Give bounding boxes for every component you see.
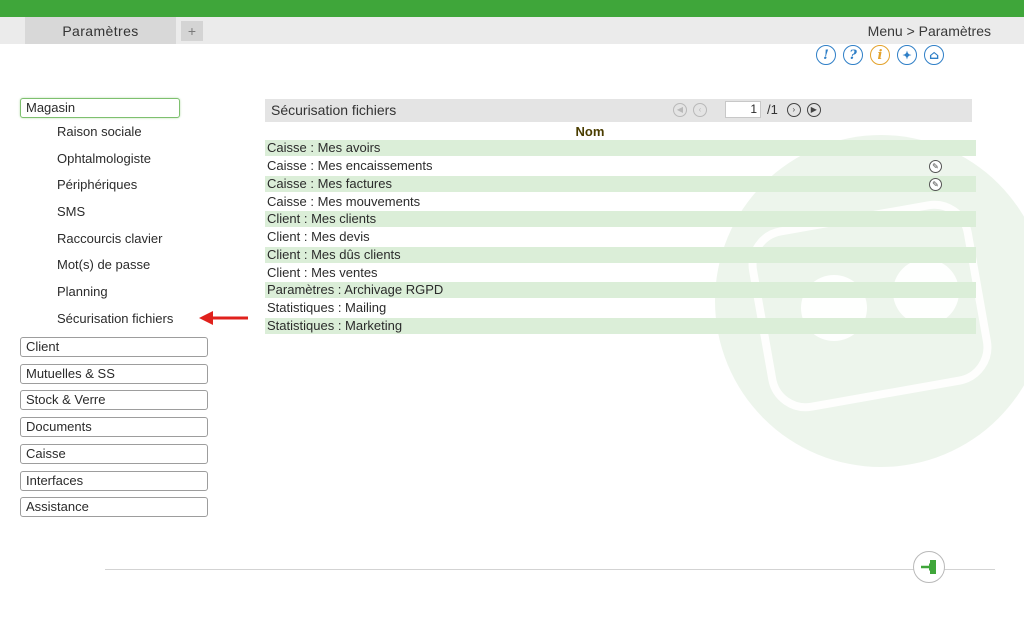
table-row[interactable]: Client : Mes devis [265,229,976,245]
table-row[interactable]: Client : Mes dûs clients [265,247,976,263]
help-icon[interactable]: ? [843,45,863,65]
sidebar-item-mots-de-passe[interactable]: Mot(s) de passe [57,257,150,272]
category-client[interactable]: Client [20,337,208,357]
edit-pencil-icon[interactable]: ✎ [929,178,942,191]
table-row[interactable]: Caisse : Mes factures [265,176,976,192]
category-magasin[interactable]: Magasin [20,98,180,118]
edit-pencil-icon[interactable]: ✎ [929,160,942,173]
page-total: /1 [767,102,778,117]
table-row[interactable]: Statistiques : Mailing [265,300,976,316]
category-stock-verre[interactable]: Stock & Verre [20,390,208,410]
footer-divider [105,569,995,570]
info-icon[interactable]: i [870,45,890,65]
add-tab-button[interactable]: + [181,21,203,41]
next-page-icon[interactable]: › [786,102,801,117]
category-caisse[interactable]: Caisse [20,444,208,464]
alert-icon[interactable]: ! [816,45,836,65]
prev-page-icon[interactable]: ‹ [693,102,707,117]
category-assistance[interactable]: Assistance [20,497,208,517]
table-row[interactable]: Caisse : Mes mouvements [265,194,976,210]
sidebar-item-peripheriques[interactable]: Périphériques [57,177,137,192]
sidebar-item-securisation-fichiers[interactable]: Sécurisation fichiers [57,311,173,326]
table-row[interactable]: Statistiques : Marketing [265,318,976,334]
breadcrumb: Menu > Paramètres [867,23,991,39]
sidebar-item-planning[interactable]: Planning [57,284,108,299]
table-row[interactable]: Caisse : Mes encaissements [265,158,976,174]
annotation-arrow-icon [199,311,248,325]
table-row[interactable]: Caisse : Mes avoirs [265,140,976,156]
table-row[interactable]: Client : Mes ventes [265,265,976,281]
sidebar-item-raison-sociale[interactable]: Raison sociale [57,124,142,139]
header-icon-bar: ! ? i ✦ ⌂ [816,45,944,65]
category-interfaces[interactable]: Interfaces [20,471,208,491]
panel-title: Sécurisation fichiers [271,102,397,118]
pagination: ◀ ‹ 1 /1 › ▶ [673,101,821,118]
sidebar-item-ophtalmologiste[interactable]: Ophtalmologiste [57,151,151,166]
first-page-icon[interactable]: ◀ [673,102,687,117]
sidebar-item-sms[interactable]: SMS [57,204,85,219]
exit-door-icon [921,560,936,574]
tools-icon[interactable]: ✦ [897,45,917,65]
last-page-icon[interactable]: ▶ [806,102,821,117]
table-row[interactable]: Paramètres : Archivage RGPD [265,282,976,298]
page-number-input[interactable]: 1 [725,101,761,118]
tab-parametres[interactable]: Paramètres [25,17,176,44]
category-mutuelles-ss[interactable]: Mutuelles & SS [20,364,208,384]
sidebar-item-raccourcis-clavier[interactable]: Raccourcis clavier [57,231,162,246]
column-header-nom[interactable]: Nom [265,124,915,139]
home-icon[interactable]: ⌂ [924,45,944,65]
top-green-bar [0,0,1024,17]
category-documents[interactable]: Documents [20,417,208,437]
table-row[interactable]: Client : Mes clients [265,211,976,227]
exit-button[interactable] [913,551,945,583]
